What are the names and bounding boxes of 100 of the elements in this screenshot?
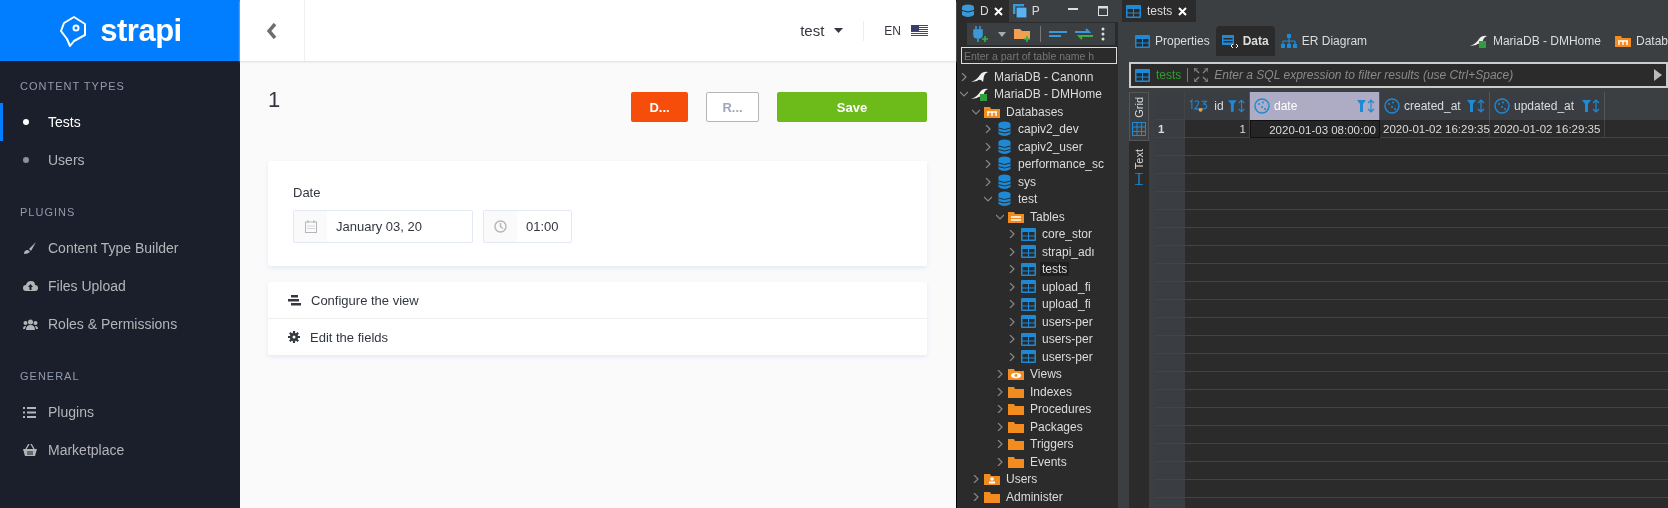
tree-item[interactable]: core_stor — [1040, 227, 1095, 242]
breadcrumb-item[interactable]: MariaDB - DMHome — [1469, 26, 1601, 56]
view-tab[interactable]: ER Diagram — [1274, 26, 1374, 56]
tree-item[interactable]: upload_fi — [1040, 279, 1093, 294]
sidebar-item[interactable]: Plugins — [0, 393, 240, 431]
sidebar-item[interactable]: Roles & Permissions — [0, 305, 240, 343]
side-tab[interactable]: Grid — [1129, 92, 1149, 141]
tree-item[interactable]: capiv2_dev — [1016, 122, 1081, 137]
settings-link[interactable]: Configure the view — [268, 282, 927, 318]
expander-icon[interactable] — [996, 440, 1004, 449]
expander-icon[interactable] — [996, 405, 1004, 414]
grid-icon — [1132, 121, 1146, 136]
tree-item[interactable]: Administer — [1004, 489, 1065, 504]
view-tab[interactable]: Data — [1215, 26, 1275, 56]
tree-item[interactable]: users-per — [1040, 332, 1095, 347]
tree-item[interactable]: Procedures — [1028, 402, 1094, 417]
tree-item[interactable]: users-per — [1040, 314, 1095, 329]
expander-icon[interactable] — [972, 492, 980, 501]
folder-add-icon[interactable] — [1014, 26, 1032, 42]
expander-icon[interactable] — [996, 422, 1004, 431]
tree-item[interactable]: MariaDB - Canonn — [992, 69, 1096, 84]
tree-item[interactable]: MariaDB - DMHome — [992, 87, 1104, 102]
tree-item[interactable]: sys — [1016, 174, 1038, 189]
time-field[interactable]: 01:00 — [483, 210, 572, 243]
expander-icon[interactable] — [984, 160, 992, 169]
expander-icon[interactable] — [996, 212, 1004, 221]
sidebar-item[interactable]: Content Type Builder — [0, 229, 240, 267]
breadcrumb-item[interactable]: Datab — [1614, 26, 1668, 56]
close-icon[interactable] — [993, 6, 1003, 16]
collapse-icon[interactable] — [1049, 30, 1067, 38]
expander-icon[interactable] — [1008, 247, 1016, 256]
sidebar-item[interactable]: Users — [0, 141, 240, 179]
data-grid-icon — [1221, 34, 1238, 48]
panel-tab[interactable]: D — [957, 0, 1009, 22]
calendar-icon — [304, 220, 317, 233]
tree-item[interactable]: Indexes — [1028, 384, 1075, 399]
maximize-icon[interactable] — [1098, 6, 1108, 16]
tree-item[interactable]: users-per — [1040, 349, 1095, 364]
caret-icon[interactable] — [998, 31, 1006, 37]
tree-item[interactable]: upload_fi — [1040, 297, 1093, 312]
tree-item[interactable]: Events — [1028, 454, 1069, 469]
expander-icon[interactable] — [996, 457, 1004, 466]
sidebar-item[interactable]: Files Upload — [0, 267, 240, 305]
tree-item[interactable]: Views — [1028, 367, 1064, 382]
database-icon — [961, 4, 975, 18]
panel-tab[interactable]: P — [1008, 0, 1046, 22]
user-menu[interactable]: test — [800, 20, 865, 41]
filter-field[interactable]: tests Enter a SQL expression to filter results (use Ctrl+Space) — [1129, 62, 1668, 88]
expand-icon[interactable] — [1194, 68, 1209, 82]
section-heading: GENERAL — [19, 369, 81, 384]
tree-item[interactable]: test — [1016, 192, 1040, 207]
expander-icon[interactable] — [960, 72, 968, 81]
more-icon[interactable] — [1101, 27, 1105, 41]
expander-icon[interactable] — [1008, 282, 1016, 291]
expander-icon[interactable] — [984, 195, 992, 204]
filter-sort-icon[interactable] — [1227, 99, 1245, 113]
expander-icon[interactable] — [984, 125, 992, 134]
expander-icon[interactable] — [984, 177, 992, 186]
tree-item[interactable]: strapi_adı — [1040, 244, 1097, 259]
tree-item[interactable]: performance_sc — [1016, 157, 1107, 172]
expander-icon[interactable] — [972, 107, 980, 116]
expander-icon[interactable] — [996, 370, 1004, 379]
table-icon — [1020, 227, 1036, 241]
sidebar-item[interactable]: Marketplace — [0, 431, 240, 469]
tree-item[interactable]: Databases — [1004, 104, 1066, 119]
tree-item[interactable]: Tables — [1028, 209, 1067, 224]
expander-icon[interactable] — [984, 142, 992, 151]
tree-item[interactable]: capiv2_user — [1016, 139, 1085, 154]
expander-icon[interactable] — [1008, 265, 1016, 274]
expander-icon[interactable] — [1008, 230, 1016, 239]
filter-sort-icon[interactable] — [1582, 99, 1600, 113]
expander-icon[interactable] — [1008, 352, 1016, 361]
play-icon[interactable] — [1654, 69, 1662, 81]
editor-tab[interactable]: tests — [1122, 0, 1197, 22]
plug-add-icon[interactable] — [972, 26, 990, 42]
tree-item[interactable]: Users — [1004, 472, 1040, 487]
sync-arrows-icon[interactable] — [1075, 28, 1093, 40]
tree-item[interactable]: tests — [1040, 262, 1070, 277]
expander-icon[interactable] — [996, 387, 1004, 396]
database-icon — [997, 173, 1011, 190]
table-icon — [1020, 315, 1036, 329]
side-tab[interactable]: Text — [1129, 144, 1149, 189]
expander-icon[interactable] — [960, 90, 968, 99]
date-field[interactable]: January 03, 20 — [293, 210, 473, 243]
settings-link[interactable]: Edit the fields — [268, 318, 927, 355]
filter-sort-icon[interactable] — [1467, 99, 1485, 113]
delete-button[interactable]: D... — [631, 92, 688, 122]
expander-icon[interactable] — [1008, 300, 1016, 309]
language-selector[interactable]: EN — [864, 23, 956, 38]
tree-item[interactable]: Triggers — [1028, 437, 1076, 452]
table-icon — [1020, 280, 1036, 294]
search-field[interactable]: Enter a part of table name h — [961, 47, 1117, 64]
expander-icon[interactable] — [1008, 335, 1016, 344]
expander-icon[interactable] — [972, 475, 980, 484]
tables-folder-icon — [1008, 209, 1024, 224]
expander-icon[interactable] — [1008, 317, 1016, 326]
tree-item[interactable]: Packages — [1028, 419, 1085, 434]
view-tab[interactable]: Properties — [1129, 26, 1216, 56]
logo-icon — [58, 14, 89, 47]
close-icon[interactable] — [1178, 6, 1188, 16]
